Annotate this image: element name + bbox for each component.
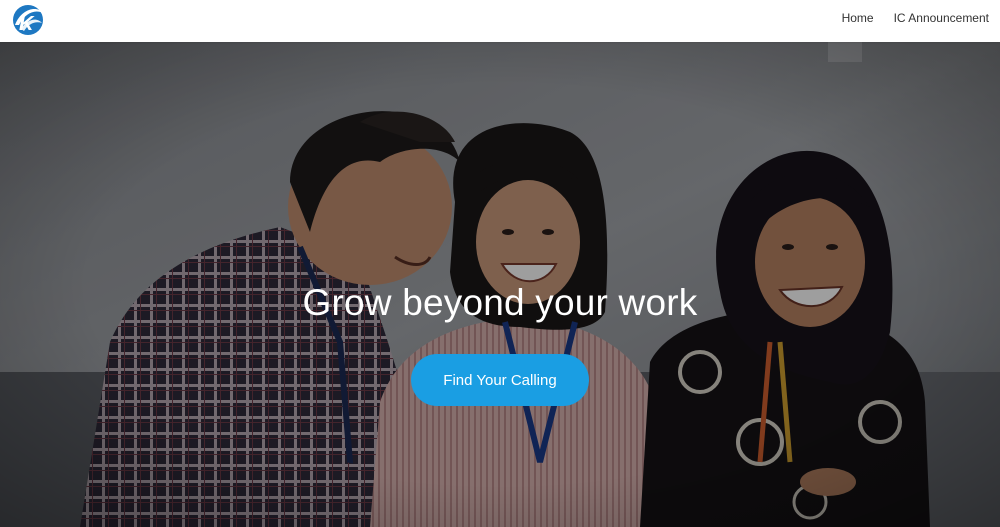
nav-home-link[interactable]: Home: [842, 11, 874, 25]
hero-section: Grow beyond your work Find Your Calling: [0, 42, 1000, 527]
nav-links: Home IC Announcement: [842, 11, 989, 25]
find-your-calling-button[interactable]: Find Your Calling: [411, 354, 589, 406]
ic-globe-logo-icon[interactable]: K: [9, 3, 47, 37]
top-navbar: K Home IC Announcement: [0, 0, 1000, 42]
nav-ic-announcement-link[interactable]: IC Announcement: [894, 11, 989, 25]
hero-title: Grow beyond your work: [302, 282, 698, 323]
svg-text:K: K: [19, 13, 35, 35]
